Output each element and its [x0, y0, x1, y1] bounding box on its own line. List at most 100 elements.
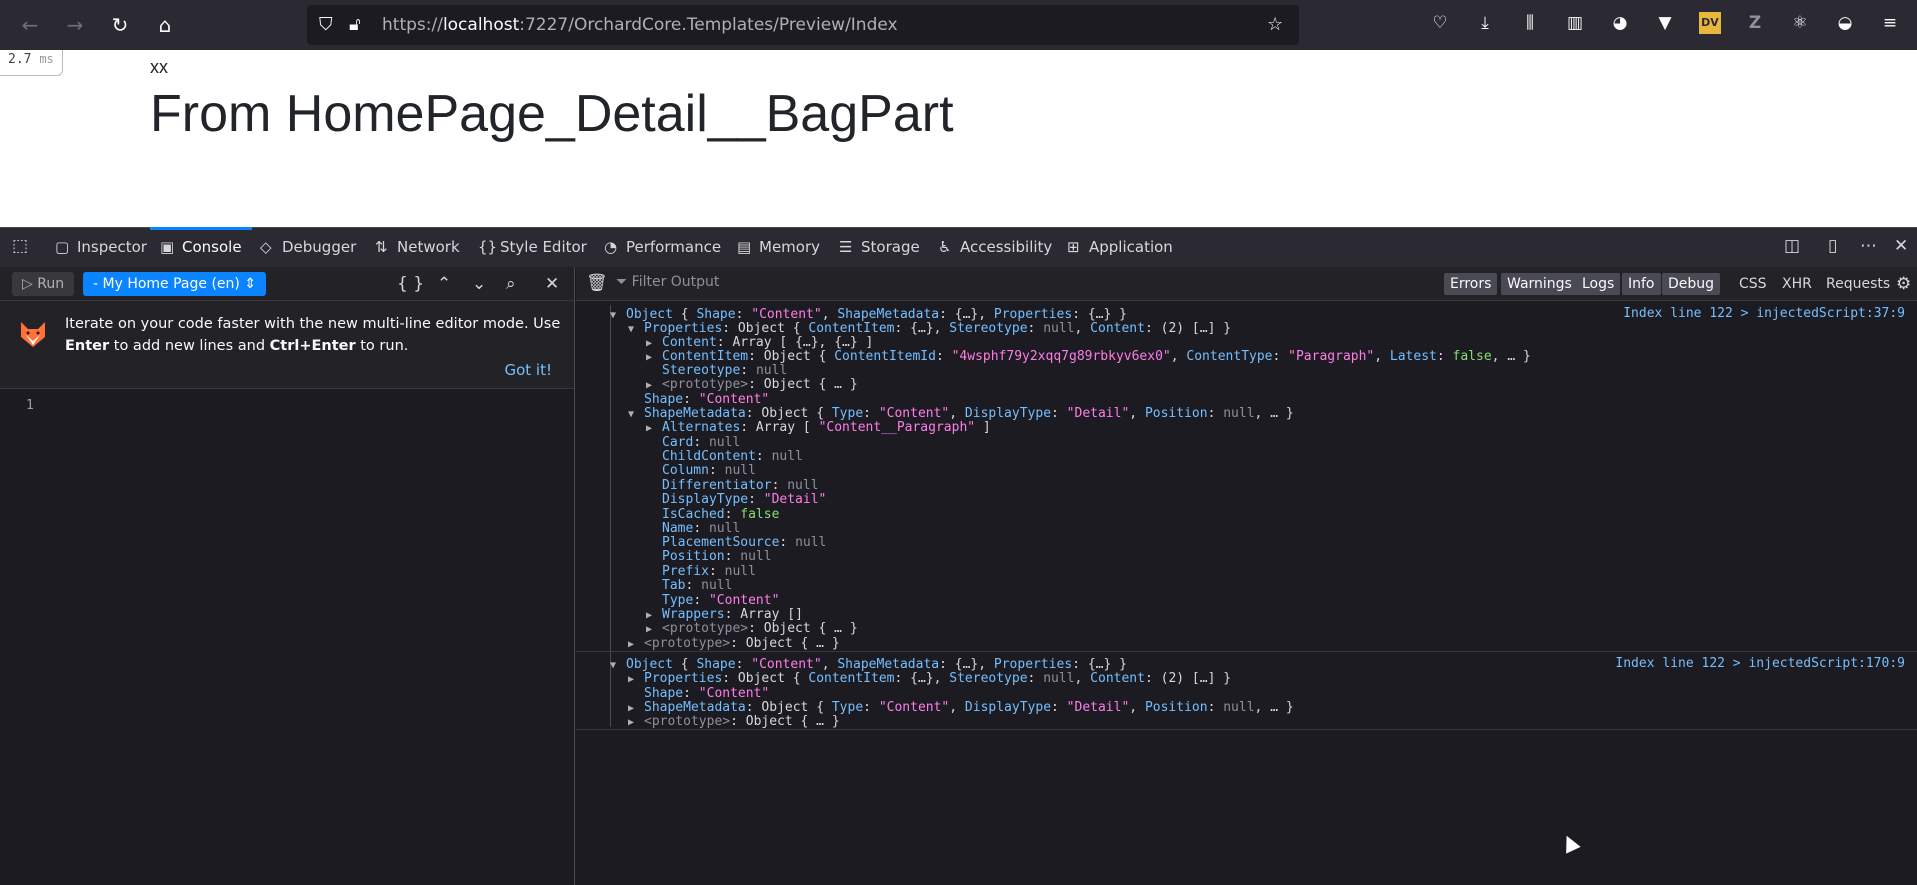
- pocket-icon[interactable]: ♡: [1429, 12, 1451, 34]
- fox-icon: [21, 322, 45, 347]
- dv-extension-icon[interactable]: DV: [1699, 12, 1721, 34]
- accessibility-icon: ♿︎: [938, 238, 952, 256]
- tab-network[interactable]: ⇅ Network: [375, 228, 460, 267]
- timer-value: 2.7: [8, 52, 32, 67]
- tab-performance[interactable]: ◔ Performance: [604, 228, 721, 267]
- tab-label: Console: [182, 238, 242, 256]
- tab-inspector[interactable]: ▢ Inspector: [55, 228, 147, 267]
- bookmark-star-icon[interactable]: ☆: [1267, 14, 1283, 35]
- reverse-search-icon[interactable]: ⌕: [506, 272, 516, 296]
- log-source-link-2[interactable]: Index line 122 > injectedScript:170:9: [1615, 656, 1905, 671]
- editor-line-number: 1: [26, 398, 34, 413]
- filter-css-button[interactable]: CSS: [1733, 273, 1773, 295]
- run-button[interactable]: ▷ Run: [12, 272, 75, 296]
- notice-part: to run.: [355, 338, 409, 354]
- editor-toolbar: ▷ Run - My Home Page (en) ⇕ { } ⌃ ⌄ ⌕ ✕: [0, 267, 574, 301]
- reload-icon[interactable]: ↻: [105, 10, 135, 40]
- context-label: - My Home Page (en): [93, 276, 240, 292]
- responsive-design-icon[interactable]: ▯: [1828, 236, 1837, 256]
- reader-sidebar-icon[interactable]: ▥: [1564, 12, 1586, 34]
- vue-extension-icon[interactable]: ▼: [1654, 12, 1676, 34]
- account-extension-icon[interactable]: ◒: [1834, 12, 1856, 34]
- downloads-icon[interactable]: ⤓: [1474, 12, 1496, 34]
- performance-icon: ◔: [604, 238, 618, 256]
- filter-warnings-button[interactable]: Warnings: [1501, 273, 1578, 295]
- notice-key-enter: Enter: [65, 338, 110, 354]
- library-icon[interactable]: ⫼: [1519, 12, 1541, 34]
- tab-application[interactable]: ⊞ Application: [1067, 228, 1173, 267]
- play-icon: ▷: [22, 276, 33, 292]
- devtools-tabbar: ⬚ ▢ Inspector ▣ Console ◇ Debugger ⇅ Network…: [0, 227, 1917, 267]
- page-title: From HomePage_Detail__BagPart: [150, 85, 954, 143]
- style-editor-icon: {}: [478, 238, 498, 256]
- z-extension-icon[interactable]: Z: [1744, 12, 1766, 34]
- inspector-icon: ▢: [55, 238, 70, 256]
- clear-console-icon[interactable]: 🗑︎: [586, 273, 608, 293]
- tab-style-editor[interactable]: {} Style Editor: [478, 228, 587, 267]
- history-down-icon[interactable]: ⌄: [472, 272, 486, 296]
- tab-label: Accessibility: [960, 238, 1053, 256]
- tab-label: Inspector: [77, 238, 147, 256]
- lock-icon[interactable]: 🔓︎: [349, 14, 361, 35]
- filter-debug-button[interactable]: Debug: [1662, 273, 1721, 295]
- forward-icon[interactable]: →: [60, 10, 90, 40]
- home-icon[interactable]: ⌂: [150, 10, 180, 40]
- console-filter-bar: 🗑︎ ⏷ Filter Output Errors Warnings Logs …: [576, 267, 1917, 301]
- url-host: localhost: [442, 15, 520, 35]
- filter-logs-button[interactable]: Logs: [1576, 273, 1621, 295]
- run-label: Run: [37, 276, 65, 292]
- tab-label: Performance: [626, 238, 722, 256]
- page-small-text: xx: [150, 57, 168, 77]
- url-text[interactable]: https://localhost:7227/OrchardCore.Templ…: [382, 15, 898, 35]
- tab-label: Debugger: [282, 238, 357, 256]
- chevron-updown-icon: ⇕: [244, 276, 257, 292]
- expanded-triangle-icon: ▼: [610, 310, 617, 321]
- filter-xhr-button[interactable]: XHR: [1776, 273, 1818, 295]
- split-console-icon[interactable]: ◫: [1784, 236, 1800, 256]
- memory-icon: ▤: [737, 238, 752, 256]
- tab-console[interactable]: ▣ Console: [150, 227, 252, 267]
- log-source-link-1[interactable]: Index line 122 > injectedScript:37:9: [1623, 306, 1905, 321]
- console-editor-pane: ▷ Run - My Home Page (en) ⇕ { } ⌃ ⌄ ⌕ ✕ …: [0, 267, 575, 885]
- filter-output-input[interactable]: ⏷ Filter Output: [616, 274, 719, 290]
- got-it-button[interactable]: Got it!: [504, 361, 552, 379]
- react-extension-icon[interactable]: ⚛: [1789, 12, 1811, 34]
- tab-accessibility[interactable]: ♿︎ Accessibility: [938, 228, 1052, 267]
- render-timer-badge: 2.7 ms: [0, 50, 63, 76]
- tab-label: Network: [397, 238, 460, 256]
- tab-debugger[interactable]: ◇ Debugger: [260, 228, 356, 267]
- console-icon: ▣: [160, 238, 175, 256]
- globe-extension-icon[interactable]: ◕: [1609, 12, 1631, 34]
- console-output-pane: 🗑︎ ⏷ Filter Output Errors Warnings Logs …: [576, 267, 1917, 885]
- filter-errors-button[interactable]: Errors: [1444, 273, 1498, 295]
- notice-key-ctrl-enter: Ctrl+Enter: [269, 338, 356, 354]
- filter-requests-button[interactable]: Requests: [1820, 273, 1896, 295]
- back-icon[interactable]: ←: [15, 10, 45, 40]
- history-up-icon[interactable]: ⌃: [437, 272, 451, 296]
- notice-text: Iterate on your code faster with the new…: [65, 313, 565, 357]
- storage-icon: ☰: [839, 238, 853, 256]
- context-selector[interactable]: - My Home Page (en) ⇕: [83, 272, 267, 296]
- message-separator: [576, 729, 1917, 730]
- message-separator: [576, 651, 1917, 652]
- element-picker-icon[interactable]: ⬚: [12, 236, 28, 256]
- page-viewport: 2.7 ms xx From HomePage_Detail__BagPart: [0, 50, 1917, 227]
- console-settings-icon[interactable]: ⚙: [1890, 273, 1917, 295]
- filter-info-button[interactable]: Info: [1622, 273, 1661, 295]
- url-bar[interactable]: ⛉ 🔓︎ https://localhost:7227/OrchardCore.…: [307, 5, 1299, 45]
- close-editor-icon[interactable]: ✕: [545, 272, 559, 296]
- notice-part: Iterate on your code faster with the new…: [65, 316, 561, 332]
- shield-icon[interactable]: ⛉: [319, 14, 333, 35]
- browser-toolbar: ← → ↻ ⌂ ⛉ 🔓︎ https://localhost:7227/Orch…: [0, 0, 1917, 50]
- pretty-print-icon[interactable]: { }: [397, 272, 424, 296]
- network-icon: ⇅: [375, 238, 388, 256]
- multiline-notice: Iterate on your code faster with the new…: [0, 301, 574, 389]
- tab-label: Memory: [759, 238, 821, 256]
- tab-memory[interactable]: ▤ Memory: [737, 228, 820, 267]
- menu-icon[interactable]: ≡: [1879, 12, 1901, 34]
- tab-storage[interactable]: ☰ Storage: [839, 228, 920, 267]
- close-devtools-icon[interactable]: ✕: [1894, 236, 1908, 256]
- debugger-icon: ◇: [260, 238, 272, 256]
- url-prefix: https://: [382, 15, 443, 35]
- more-options-icon[interactable]: ⋯: [1860, 236, 1877, 256]
